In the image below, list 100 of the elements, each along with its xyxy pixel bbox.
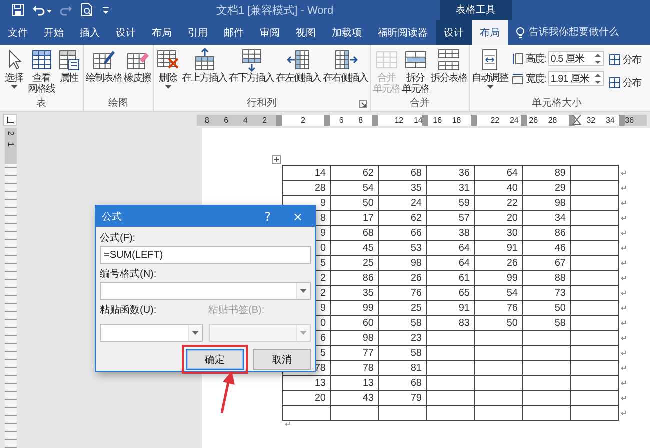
ribbon-button[interactable]: 拆分表格 (430, 47, 468, 85)
caret-icon (300, 289, 307, 293)
table-cell (474, 360, 522, 376)
table-cell: 38 (426, 226, 474, 240)
ribbon-tab[interactable]: 设计 (436, 20, 472, 45)
tell-me-field[interactable]: 告诉我你想要做什么 (529, 27, 639, 38)
table-cell: 20 (282, 390, 330, 406)
end-of-row-mark: ↵ (621, 288, 628, 298)
column-marker[interactable] (471, 114, 477, 126)
ribbon-tab[interactable]: 设计 (108, 20, 144, 45)
save-icon[interactable] (11, 3, 25, 17)
end-of-row-mark: ↵ (621, 408, 628, 418)
close-button[interactable]: × (286, 210, 309, 224)
ruler-number: 34 (606, 114, 615, 126)
table-cell (570, 270, 618, 286)
table-cell: 68 (378, 376, 426, 390)
distribute-button[interactable]: 分布 (608, 51, 641, 69)
ribbon-tab[interactable]: 邮件 (216, 20, 252, 45)
ribbon-button[interactable]: 在上方插入 (181, 47, 228, 85)
ruler-number: 14 (414, 114, 423, 126)
ribbon-button[interactable]: 绘制表格 (85, 47, 123, 85)
table-cell: 64 (474, 166, 522, 180)
height-field[interactable]: 0.5 厘米 (548, 51, 604, 66)
end-of-row-mark: ↵ (621, 378, 628, 388)
field-label: 编号格式(N): (100, 269, 158, 281)
tab-stop-selector[interactable] (3, 114, 17, 126)
end-of-row-mark: ↵ (621, 198, 628, 208)
end-of-row-mark: ↵ (621, 334, 628, 342)
table-cell: 34 (522, 210, 570, 226)
ribbon-tab[interactable]: 审阅 (252, 20, 288, 45)
distribute-button[interactable]: 分布 (608, 74, 641, 92)
field-label: 粘贴书签(B): (208, 305, 266, 317)
end-of-row-mark: ↵ (621, 394, 628, 402)
ok-button[interactable]: 确定 (186, 349, 244, 370)
ribbon-button[interactable]: 橡皮擦 (123, 47, 152, 85)
table-cell (330, 406, 378, 420)
ribbon-tab[interactable]: 插入 (72, 20, 108, 45)
ribbon-tab[interactable]: 引用 (180, 20, 216, 45)
ribbon-tab[interactable]: 加载项 (324, 20, 370, 45)
ruler-number: 4 (243, 114, 248, 126)
table-cell: 22 (474, 196, 522, 210)
table-cell: 31 (426, 180, 474, 196)
table-cell: 24 (378, 196, 426, 210)
table-cell: 59 (426, 196, 474, 210)
ribbon-button[interactable]: 属性 (56, 47, 82, 85)
column-marker[interactable] (521, 114, 527, 126)
table-cell (570, 360, 618, 376)
column-marker[interactable] (422, 114, 428, 126)
table-cell (474, 330, 522, 346)
table-cell (522, 346, 570, 360)
ribbon-button[interactable]: 删除 (155, 47, 181, 90)
ribbon-button[interactable]: 在左侧插入 (275, 47, 322, 85)
column-marker[interactable] (276, 114, 282, 126)
width-field[interactable]: 1.91 厘米 (548, 71, 604, 86)
table-cell (426, 406, 474, 420)
ribbon-tab[interactable]: 文件 (0, 20, 36, 45)
left-tab-icon (6, 116, 14, 124)
table-cell (522, 406, 570, 420)
ruler-number: 2 (6, 131, 16, 136)
ribbon-tab[interactable]: 开始 (36, 20, 72, 45)
ribbon-button[interactable]: 在下方插入 (228, 47, 275, 85)
ribbon-tab[interactable]: 布局 (144, 20, 180, 45)
table-cell (570, 286, 618, 300)
ribbon-tab[interactable]: 视图 (288, 20, 324, 45)
distribute-rows-icon (608, 54, 621, 66)
ruler-number: 28 (548, 114, 558, 126)
table-cell: 88 (522, 270, 570, 286)
field-label: 粘贴函数(U): (100, 305, 158, 317)
split-table-icon (437, 48, 461, 72)
end-of-row-mark: ↵ (621, 168, 628, 178)
spinner-icon[interactable] (594, 72, 601, 84)
end-of-row-mark: ↵ (621, 228, 628, 238)
field-label: 高度: (526, 52, 546, 66)
ruler-number: 2 (300, 114, 306, 126)
table-cell: 50 (330, 196, 378, 210)
table-cell (426, 346, 474, 360)
ribbon-button[interactable]: 自动调整 (471, 47, 509, 90)
ribbon-button[interactable]: 在右侧插入 (322, 47, 369, 85)
table-cell: 60 (330, 316, 378, 330)
table-cell: 20 (474, 210, 522, 226)
column-marker[interactable] (372, 114, 378, 126)
formula-field[interactable]: =SUM(LEFT) (100, 246, 311, 264)
ribbon-tab[interactable]: 福昕阅读器 (370, 20, 436, 45)
dialog-launcher-icon[interactable] (359, 100, 367, 108)
ribbon-tab[interactable]: 布局 (472, 20, 508, 45)
help-button[interactable]: ? (258, 210, 277, 224)
table-move-handle[interactable] (272, 155, 281, 164)
column-marker[interactable] (324, 114, 330, 126)
distribute-columns-icon (608, 77, 621, 89)
insert-below-icon (240, 48, 264, 72)
cancel-button[interactable]: 取消 (253, 349, 311, 370)
ribbon-button[interactable]: 选择 (1, 47, 27, 90)
spinner-icon[interactable] (594, 52, 601, 64)
column-marker[interactable] (619, 114, 625, 126)
ribbon-button[interactable]: 拆分 单元格 (401, 47, 430, 96)
table-cell: 35 (378, 180, 426, 196)
indent-marker[interactable] (572, 114, 582, 125)
ribbon-button[interactable]: 查看 网格线 (27, 47, 56, 96)
print-preview-icon[interactable] (80, 3, 94, 17)
field-label: 公式(F): (100, 233, 137, 245)
